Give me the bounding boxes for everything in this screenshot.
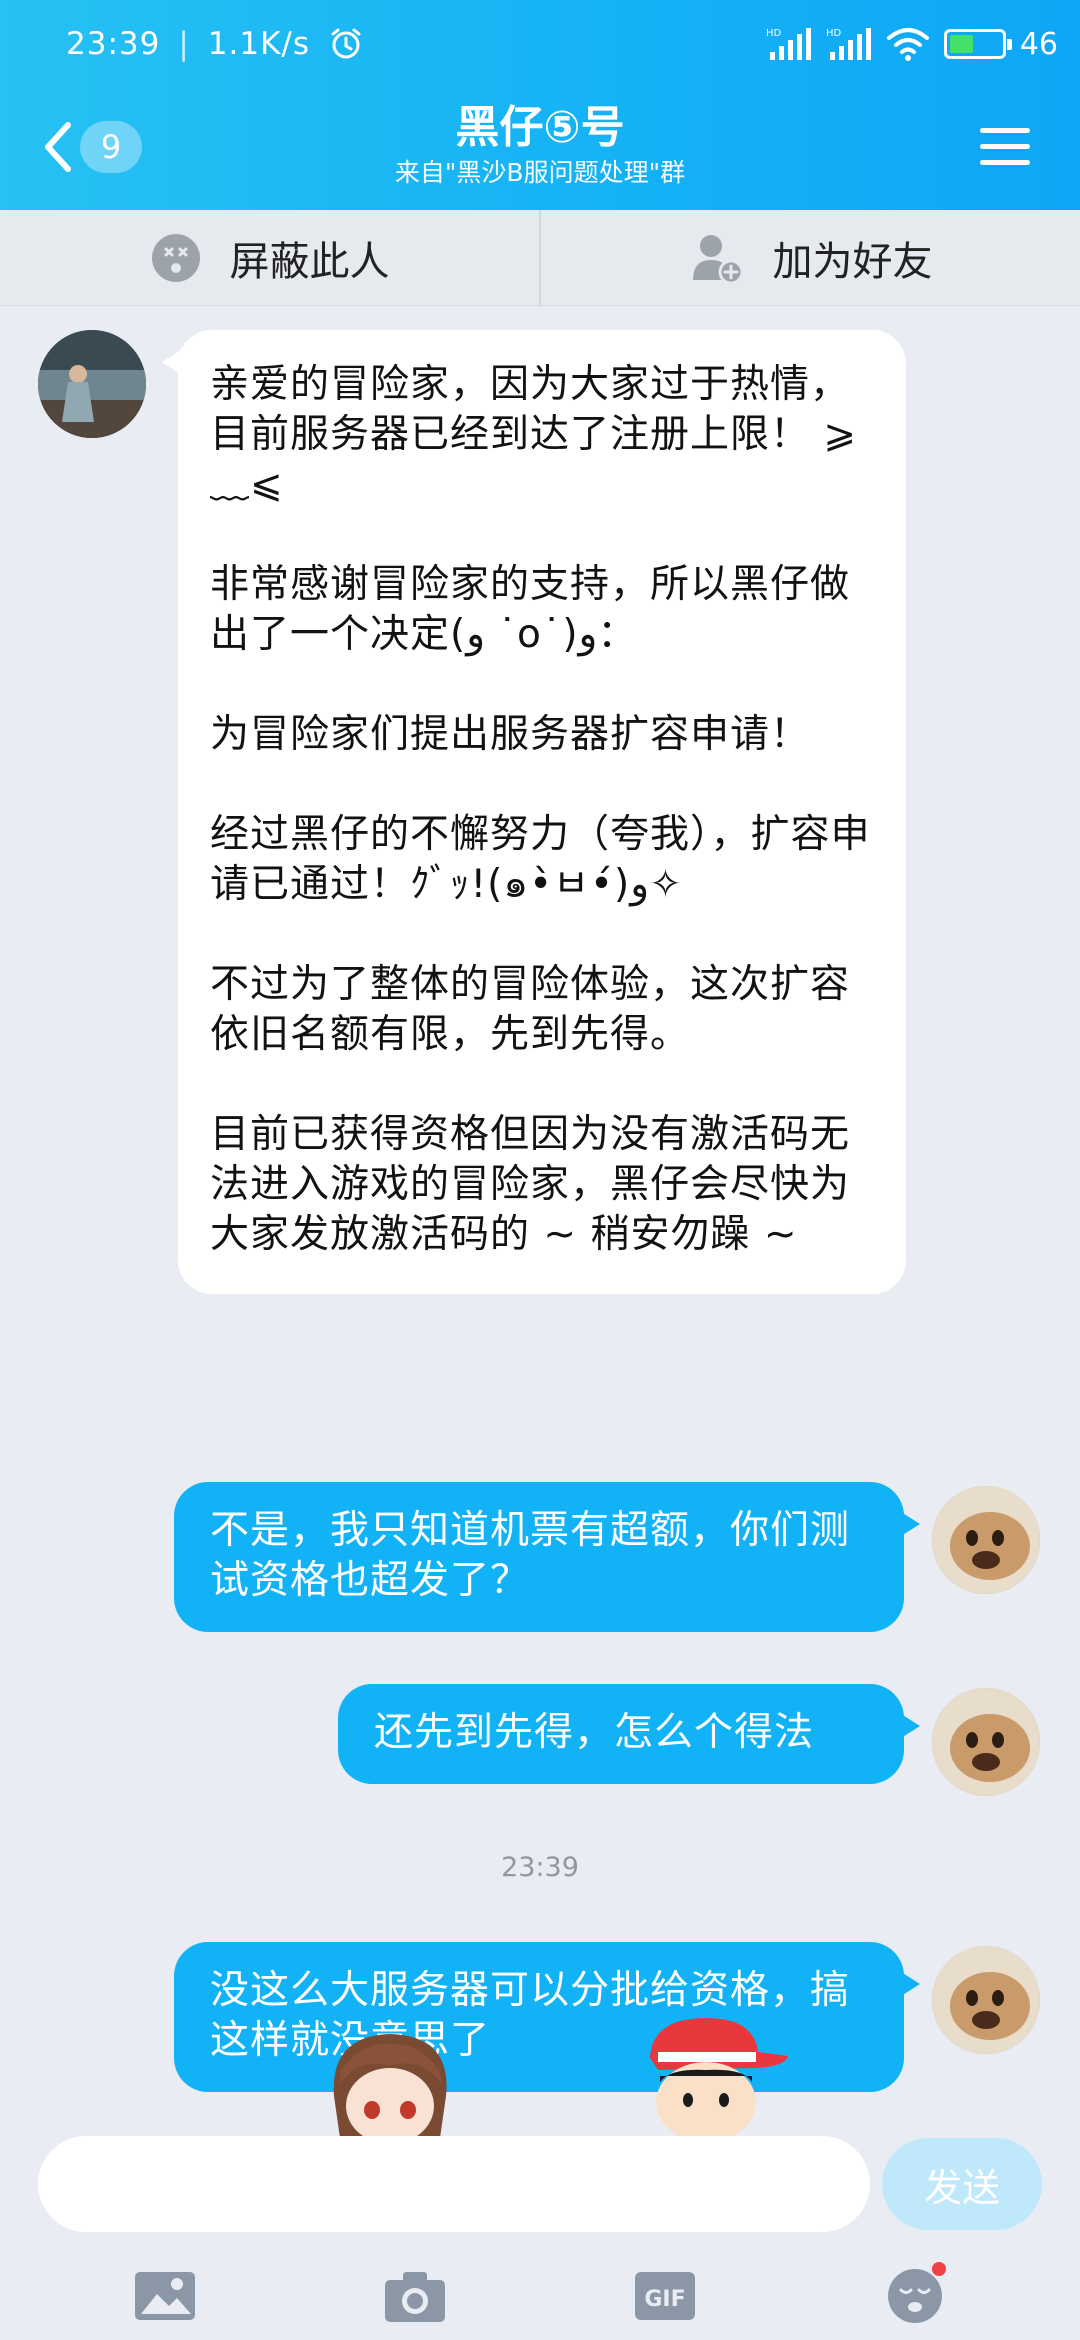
message-input[interactable] — [38, 2136, 870, 2232]
image-button[interactable] — [120, 2256, 210, 2336]
add-friend-icon — [692, 234, 743, 284]
composer: 发送 GIF — [0, 2136, 1080, 2340]
title-bar: 9 黑仔⑤号 来自"黑沙B服问题处理"群 — [0, 90, 1080, 210]
add-friend-button[interactable]: 加为好友 — [539, 210, 1080, 305]
outgoing-message-bubble[interactable]: 不是，我只知道机票有超额，你们测试资格也超发了？ — [174, 1482, 920, 1632]
my-avatar-photo — [932, 1688, 1040, 1796]
message-timestamp: 23:39 — [501, 1852, 579, 1883]
send-button[interactable]: 发送 — [882, 2138, 1042, 2230]
composer-toolbar: GIF — [0, 2252, 1080, 2340]
sender-avatar[interactable] — [38, 330, 146, 438]
chat-subtitle: 来自"黑沙B服问题处理"群 — [394, 158, 686, 187]
gif-icon: GIF — [635, 2272, 695, 2320]
status-separator: | — [178, 26, 190, 62]
menu-button[interactable] — [976, 120, 1034, 172]
status-time: 23:39 — [66, 26, 161, 62]
block-user-label: 屏蔽此人 — [229, 238, 390, 285]
outgoing-message-bubble[interactable]: 还先到先得，怎么个得法 — [338, 1684, 920, 1784]
gif-label: GIF — [644, 2287, 685, 2312]
hd-signal-icon: HD — [766, 28, 811, 60]
chevron-left-icon — [45, 122, 71, 172]
my-avatar[interactable] — [932, 1486, 1040, 1594]
image-icon — [135, 2272, 195, 2320]
sender-avatar-photo — [38, 330, 146, 438]
wifi-icon — [886, 28, 929, 61]
stranger-action-bar: 屏蔽此人 加为好友 — [0, 210, 1080, 306]
camera-icon — [385, 2272, 445, 2322]
add-friend-label: 加为好友 — [772, 238, 933, 285]
battery-icon — [943, 29, 1012, 59]
emoji-button[interactable] — [870, 2256, 960, 2336]
camera-button[interactable] — [370, 2256, 460, 2336]
unread-count-badge: 9 — [80, 121, 142, 173]
hd-signal-icon-2: HD — [826, 28, 871, 60]
my-avatar-photo — [932, 1946, 1040, 2054]
hd-label-1: HD — [766, 28, 782, 39]
my-avatar[interactable] — [932, 1946, 1040, 2054]
outgoing-message-bubble[interactable]: 没这么大服务器可以分批给资格，搞这样就没意思了 — [174, 1942, 920, 2092]
chat-title: 黑仔⑤号 — [455, 102, 625, 153]
my-avatar[interactable] — [932, 1688, 1040, 1796]
back-button[interactable]: 9 — [40, 112, 142, 182]
battery-level: 46 — [1019, 26, 1058, 62]
block-face-icon — [151, 233, 200, 282]
block-user-button[interactable]: 屏蔽此人 — [0, 210, 539, 305]
notification-dot — [932, 2262, 946, 2276]
status-bar: 23:39 | 1.1K/s HD HD 46 — [0, 0, 1080, 90]
gif-button[interactable]: GIF — [620, 2256, 710, 2336]
hd-label-2: HD — [826, 28, 842, 39]
app-header: 23:39 | 1.1K/s HD HD 46 9 黑仔⑤号 来自"黑沙B服问题… — [0, 0, 1080, 210]
my-avatar-photo — [932, 1486, 1040, 1594]
chat-message-list[interactable]: 亲爱的冒险家，因为大家过于热情，目前服务器已经到达了注册上限！ ⩾﹏⩽ 非常感谢… — [0, 306, 1080, 2136]
incoming-message-bubble[interactable]: 亲爱的冒险家，因为大家过于热情，目前服务器已经到达了注册上限！ ⩾﹏⩽ 非常感谢… — [162, 330, 906, 1294]
network-speed: 1.1K/s — [207, 26, 311, 62]
alarm-icon — [331, 28, 361, 59]
